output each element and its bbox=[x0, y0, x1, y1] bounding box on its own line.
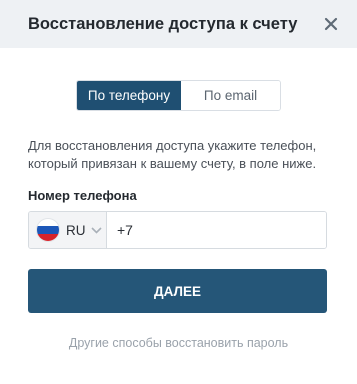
dialog-header: Восстановление доступа к счету bbox=[0, 0, 357, 48]
phone-field-label: Номер телефона bbox=[28, 188, 137, 203]
tab-by-phone[interactable]: По телефону bbox=[77, 81, 181, 110]
chevron-down-icon bbox=[90, 226, 102, 234]
recovery-method-tabs: По телефону По email bbox=[76, 80, 281, 111]
other-recovery-methods-link[interactable]: Другие способы восстановить пароль bbox=[0, 336, 357, 350]
phone-input[interactable] bbox=[107, 212, 326, 248]
next-button[interactable]: ДАЛЕЕ bbox=[28, 269, 327, 313]
tab-by-email[interactable]: По email bbox=[181, 81, 280, 110]
dialog-title: Восстановление доступа к счету bbox=[28, 14, 298, 33]
instruction-text: Для восстановления доступа укажите телеф… bbox=[28, 138, 317, 171]
close-button[interactable] bbox=[321, 14, 341, 34]
russia-flag-icon bbox=[37, 219, 59, 241]
country-code-label: RU bbox=[66, 222, 86, 238]
close-icon bbox=[324, 17, 338, 31]
password-recovery-dialog: Восстановление доступа к счету По телефо… bbox=[0, 0, 357, 384]
phone-field: RU bbox=[28, 211, 327, 249]
country-code-select[interactable]: RU bbox=[29, 212, 107, 248]
